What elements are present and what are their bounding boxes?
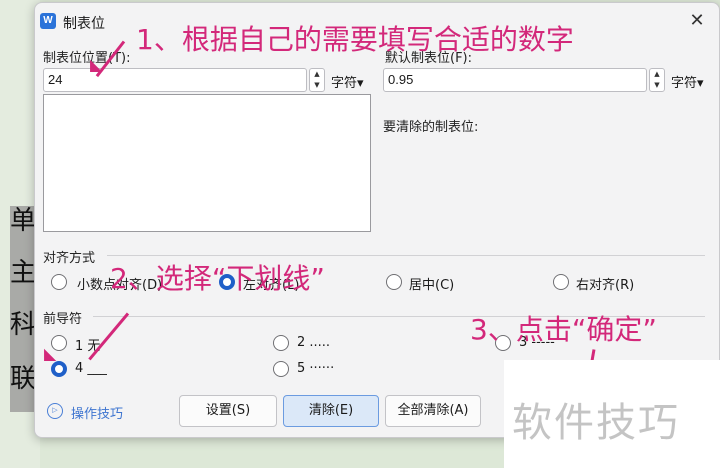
close-button[interactable]: ✕ bbox=[685, 9, 709, 33]
watermark-text: 软件技巧 bbox=[512, 400, 680, 446]
radio-decimal[interactable] bbox=[51, 274, 67, 290]
wps-writer-icon: W bbox=[40, 13, 56, 29]
document-char: 主 bbox=[10, 258, 37, 288]
radio-center-label: 居中(C) bbox=[409, 278, 455, 293]
document-char: 科 bbox=[10, 310, 37, 340]
radio-center[interactable] bbox=[386, 274, 402, 290]
radio-leader-dots-label: 2 ..... bbox=[297, 335, 331, 350]
clear-all-button[interactable]: 全部清除(A) bbox=[385, 395, 481, 427]
radio-leader-middots[interactable] bbox=[273, 361, 289, 377]
radio-leader-middots-label: 5 ······ bbox=[297, 361, 335, 376]
annotation-step-3: 3、点击“确定” bbox=[470, 313, 657, 346]
document-text-block: 单 主 科 联 bbox=[10, 206, 36, 412]
help-play-icon[interactable]: ▷ bbox=[47, 403, 63, 419]
tab-stops-list[interactable] bbox=[43, 94, 371, 232]
document-char: 联 bbox=[10, 364, 37, 394]
annotation-step-1: 1、根据自己的需要填写合适的数字 bbox=[136, 23, 574, 56]
default-tab-input[interactable]: 0.95 bbox=[383, 68, 647, 92]
arrow-head-icon: ◣ bbox=[90, 55, 103, 74]
dialog-title: 制表位 bbox=[63, 16, 105, 32]
radio-right-label: 右对齐(R) bbox=[576, 278, 635, 293]
spin-down-icon[interactable]: ▼ bbox=[310, 80, 324, 91]
leader-section-label: 前导符 bbox=[43, 312, 83, 327]
clear-tabs-label: 要清除的制表位: bbox=[383, 120, 479, 135]
radio-leader-dots[interactable] bbox=[273, 335, 289, 351]
radio-right[interactable] bbox=[553, 274, 569, 290]
spin-up-icon[interactable]: ▲ bbox=[310, 69, 324, 80]
annotation-step-2: 2、选择“下划线” bbox=[110, 262, 325, 295]
set-button[interactable]: 设置(S) bbox=[179, 395, 277, 427]
tab-position-input[interactable]: 24 bbox=[43, 68, 307, 92]
alignment-section-label: 对齐方式 bbox=[43, 251, 96, 266]
watermark-box: 软件技巧 bbox=[504, 360, 720, 468]
tab-position-unit-dropdown[interactable]: 字符▾ bbox=[331, 72, 364, 91]
section-divider bbox=[107, 255, 705, 256]
tips-link[interactable]: 操作技巧 bbox=[71, 403, 123, 422]
clear-button[interactable]: 清除(E) bbox=[283, 395, 379, 427]
document-char: 单 bbox=[10, 206, 37, 236]
default-tab-spinner[interactable]: ▲ ▼ bbox=[649, 68, 665, 92]
spin-down-icon[interactable]: ▼ bbox=[650, 80, 664, 91]
tab-position-spinner[interactable]: ▲ ▼ bbox=[309, 68, 325, 92]
spin-up-icon[interactable]: ▲ bbox=[650, 69, 664, 80]
radio-leader-underline[interactable] bbox=[51, 361, 67, 377]
arrow-head-icon: ◣ bbox=[44, 344, 57, 363]
radio-leader-underline-label: 4 ___ bbox=[75, 361, 107, 376]
default-tab-unit-dropdown[interactable]: 字符▾ bbox=[671, 72, 704, 91]
